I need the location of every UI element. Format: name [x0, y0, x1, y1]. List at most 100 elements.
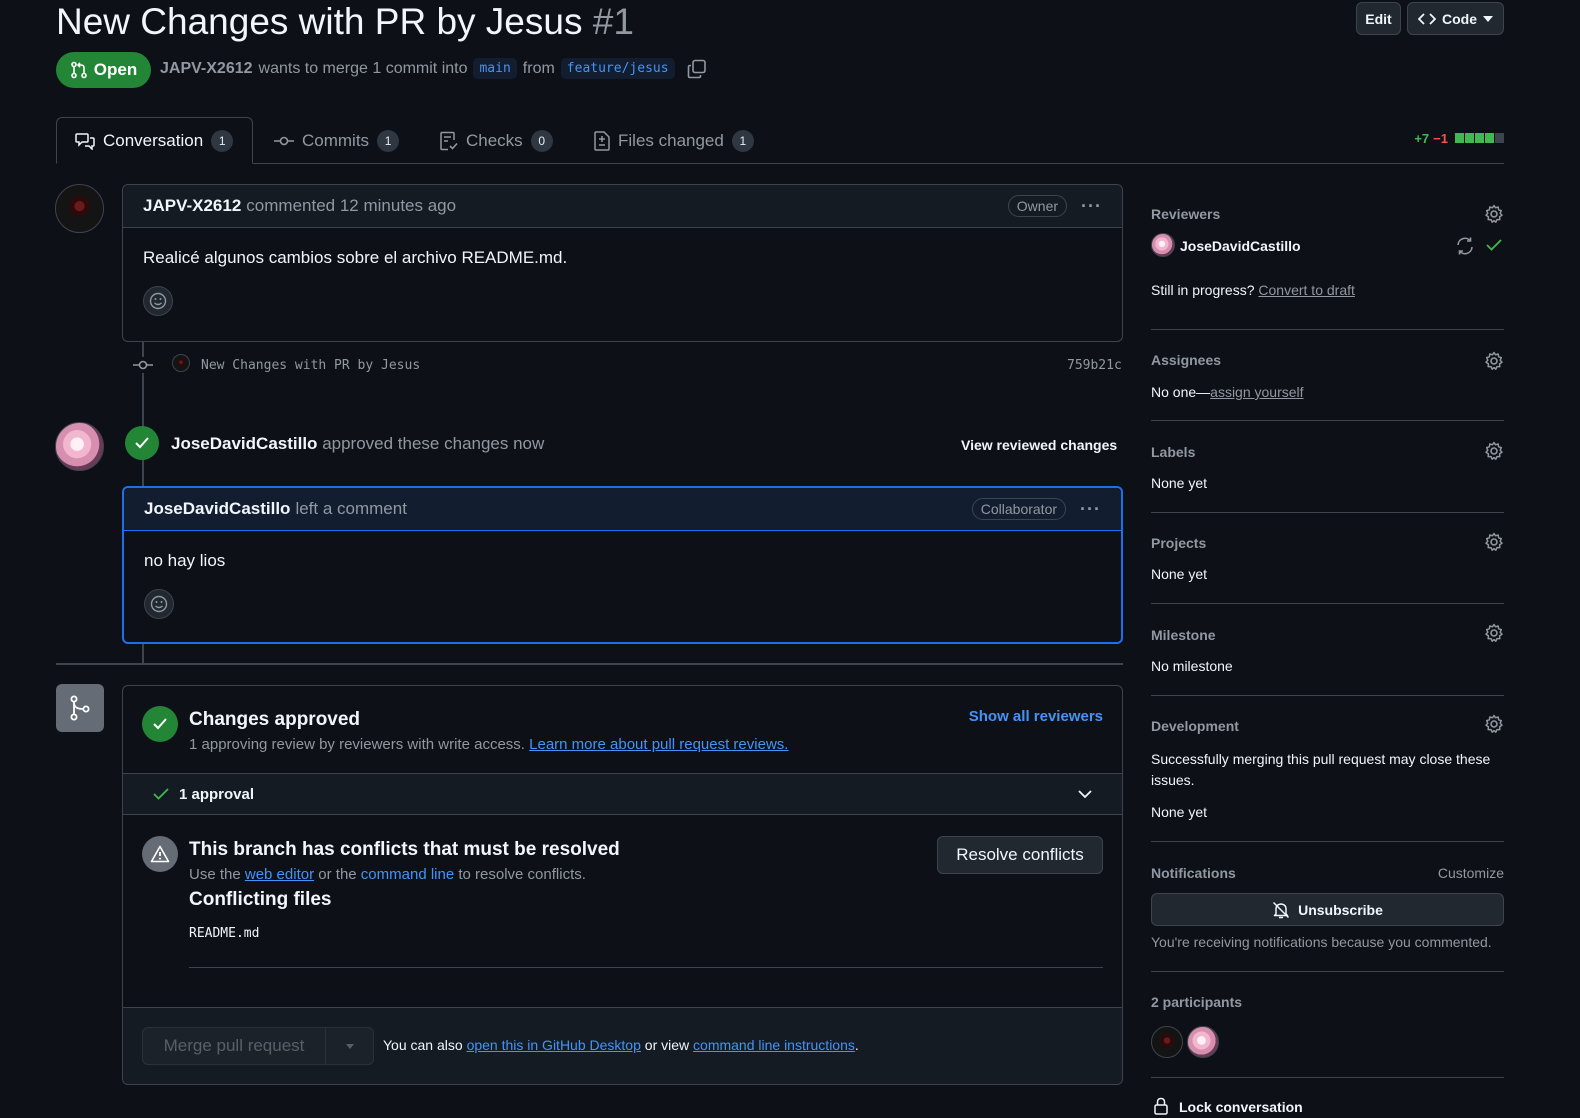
- avatar[interactable]: [55, 422, 104, 471]
- customize-link[interactable]: Customize: [1438, 865, 1504, 881]
- changes-approved-title: Changes approved: [189, 709, 361, 730]
- tab-commits[interactable]: Commits 1: [256, 117, 417, 164]
- development-description: Successfully merging this pull request m…: [1151, 751, 1491, 788]
- merge-text: wants to merge 1 commit into: [258, 59, 468, 77]
- triangle-down-icon: [1483, 15, 1493, 22]
- bell-slash-icon: [1273, 901, 1290, 918]
- comment-text: Realicé algunos cambios sobre el archivo…: [143, 248, 568, 267]
- check-icon: [1486, 239, 1502, 251]
- kebab-horizontal-icon[interactable]: ···: [1081, 196, 1102, 217]
- divider: [1151, 329, 1504, 330]
- divider: [189, 967, 1103, 968]
- participant-avatar[interactable]: [1151, 1026, 1183, 1058]
- divider: [1151, 603, 1504, 604]
- owner-badge: Owner: [1007, 195, 1068, 217]
- reviewer-name[interactable]: JoseDavidCastillo: [1180, 238, 1301, 254]
- participants-heading: 2 participants: [1151, 994, 1243, 1010]
- merge-pull-request-button[interactable]: Merge pull request: [143, 1028, 325, 1064]
- web-editor-link[interactable]: web editor: [245, 866, 314, 883]
- head-branch[interactable]: feature/jesus: [560, 58, 675, 79]
- comment-timestamp[interactable]: commented 12 minutes ago: [246, 196, 456, 216]
- check-icon: [125, 426, 159, 460]
- check-icon: [142, 706, 178, 742]
- code-button[interactable]: Code: [1407, 2, 1504, 35]
- development-value: None yet: [1151, 804, 1208, 820]
- collaborator-badge: Collaborator: [971, 498, 1067, 520]
- comment-card: JAPV-X2612 commented 12 minutes ago Owne…: [122, 184, 1123, 342]
- merge-alt-text: or view: [644, 1037, 690, 1053]
- pr-number: #1: [592, 1, 634, 42]
- chevron-down-icon[interactable]: [1078, 789, 1092, 799]
- pr-meta: JAPV-X2612 wants to merge 1 commit into …: [160, 58, 707, 79]
- review-comment-text: no hay lios: [144, 551, 226, 570]
- merge-method-dropdown[interactable]: [325, 1028, 373, 1064]
- avatar[interactable]: [55, 184, 104, 233]
- divider: [1151, 971, 1504, 972]
- assign-yourself-link[interactable]: assign yourself: [1210, 384, 1303, 400]
- copy-icon[interactable]: [687, 59, 707, 79]
- gear-icon[interactable]: [1484, 351, 1504, 371]
- pr-title-text: New Changes with PR by Jesus: [56, 1, 583, 42]
- avatar[interactable]: [172, 354, 190, 372]
- tab-checks[interactable]: Checks 0: [422, 117, 571, 164]
- conflict-desc-text: to resolve conflicts.: [458, 866, 586, 883]
- git-merge-icon: [56, 684, 104, 732]
- lock-conversation-link[interactable]: Lock conversation: [1179, 1099, 1303, 1115]
- command-line-instructions-link[interactable]: command line instructions: [693, 1037, 855, 1053]
- divider: [1151, 841, 1504, 842]
- merge-alt-text: .: [854, 1037, 859, 1053]
- avatar[interactable]: [1151, 233, 1175, 257]
- sync-icon[interactable]: [1455, 236, 1475, 256]
- approved-desc-text: 1 approving review by reviewers with wri…: [189, 736, 525, 753]
- convert-to-draft-link[interactable]: Convert to draft: [1258, 282, 1355, 298]
- kebab-horizontal-icon[interactable]: ···: [1080, 499, 1101, 520]
- triangle-down-icon: [345, 1043, 354, 1049]
- tab-bar: Conversation 1 Commits 1 Checks 0 Files …: [56, 117, 1504, 164]
- edit-button[interactable]: Edit: [1356, 2, 1401, 35]
- participant-avatar[interactable]: [1187, 1026, 1219, 1058]
- diffstat-additions: +7: [1414, 131, 1430, 146]
- unsubscribe-label: Unsubscribe: [1298, 901, 1383, 918]
- divider: [1151, 512, 1504, 513]
- projects-value: None yet: [1151, 566, 1208, 582]
- approvals-row[interactable]: 1 approval: [123, 773, 1122, 815]
- tab-conversation[interactable]: Conversation 1: [56, 117, 253, 164]
- conflict-desc-text: or the: [318, 866, 357, 883]
- gear-icon[interactable]: [1484, 204, 1504, 224]
- view-reviewed-changes-link[interactable]: View reviewed changes: [961, 437, 1117, 453]
- base-branch[interactable]: main: [473, 58, 517, 79]
- gear-icon[interactable]: [1484, 441, 1504, 461]
- comment-author[interactable]: JAPV-X2612: [143, 196, 241, 216]
- merge-alt-text: You can also: [383, 1037, 463, 1053]
- review-comment-action: left a comment: [295, 499, 407, 518]
- draft-prompt-text: Still in progress?: [1151, 282, 1255, 298]
- gear-icon[interactable]: [1484, 623, 1504, 643]
- commit-sha[interactable]: 759b21c: [1067, 358, 1122, 373]
- learn-more-link[interactable]: Learn more about pull request reviews.: [529, 736, 788, 753]
- draft-prompt: Still in progress? Convert to draft: [1151, 282, 1355, 298]
- commit-message[interactable]: New Changes with PR by Jesus: [201, 358, 420, 373]
- diffstat: +7 −1: [1414, 131, 1504, 146]
- tab-files-changed[interactable]: Files changed 1: [576, 117, 772, 164]
- unsubscribe-button[interactable]: Unsubscribe: [1151, 893, 1504, 926]
- review-action: approved these changes now: [322, 434, 545, 453]
- github-desktop-link[interactable]: open this in GitHub Desktop: [467, 1037, 641, 1053]
- merge-button-label: Merge pull request: [163, 1036, 305, 1055]
- smiley-icon[interactable]: [143, 286, 173, 316]
- resolve-conflicts-button[interactable]: Resolve conflicts: [937, 836, 1103, 874]
- command-line-link[interactable]: command line: [361, 866, 454, 883]
- notifications-heading: Notifications: [1151, 865, 1236, 881]
- lock-icon: [1154, 1097, 1168, 1115]
- tab-commits-label: Commits: [302, 130, 370, 150]
- conflict-desc-text: Use the: [189, 866, 241, 883]
- review-comment-author[interactable]: JoseDavidCastillo: [144, 499, 290, 519]
- smiley-icon[interactable]: [144, 589, 174, 619]
- gear-icon[interactable]: [1484, 532, 1504, 552]
- review-author[interactable]: JoseDavidCastillo: [171, 434, 317, 453]
- state-label: Open: [93, 60, 138, 79]
- show-all-reviewers-link[interactable]: Show all reviewers: [969, 708, 1103, 725]
- gear-icon[interactable]: [1484, 714, 1504, 734]
- development-heading: Development: [1151, 718, 1239, 734]
- conflict-title: This branch has conflicts that must be r…: [189, 839, 620, 860]
- pr-author-link[interactable]: JAPV-X2612: [160, 60, 253, 78]
